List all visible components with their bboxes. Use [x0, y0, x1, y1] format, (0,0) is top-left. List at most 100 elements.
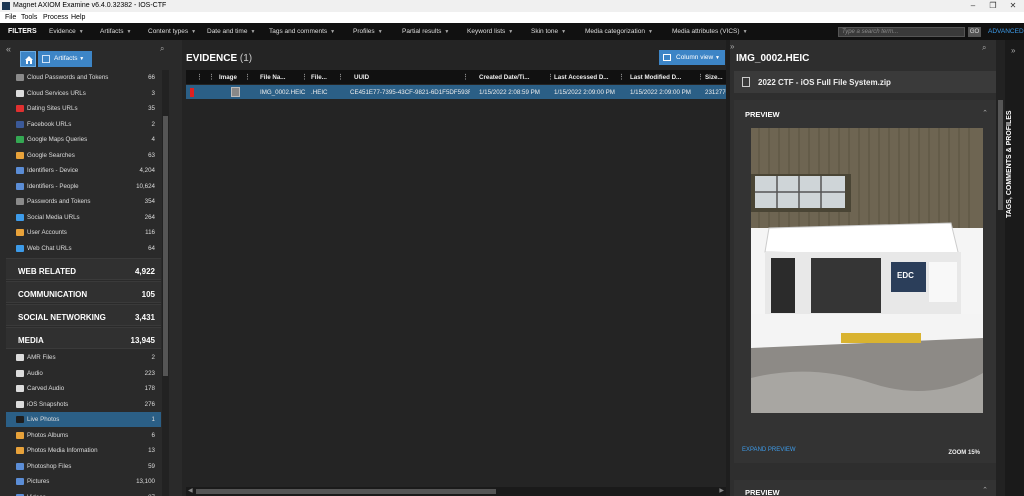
side-tab-label: TAGS, COMMENTS & PROFILES [1006, 110, 1013, 218]
list-item[interactable]: Social Media URLs 264 [6, 210, 161, 225]
column-header[interactable]: Created Date/Ti... [479, 74, 529, 81]
search-icon[interactable]: ⌕ [160, 44, 164, 54]
list-item[interactable]: User Accounts 116 [6, 225, 161, 240]
filter-content-types[interactable]: Content types ▼ [148, 28, 196, 35]
details-title: IMG_0002.HEIC [736, 53, 810, 64]
cell-uuid: CE451E77-7395-43CF-9821-6D1F5DF593F3 [350, 89, 470, 96]
list-item-label: Identifiers - People [27, 182, 79, 190]
collapse-left-icon[interactable]: « [6, 44, 11, 54]
list-item-count: 264 [144, 213, 155, 221]
go-button[interactable]: GO [968, 27, 981, 37]
close-icon[interactable]: ✕ [1003, 0, 1023, 12]
category-count: 4,922 [134, 267, 155, 276]
list-item-label: Google Maps Queries [27, 136, 88, 143]
chevron-down-icon: ▼ [377, 29, 383, 35]
horizontal-scrollbar[interactable]: ◀ ▶ [186, 487, 726, 496]
home-button[interactable] [20, 51, 36, 67]
list-item[interactable]: Photos Media Information 13 [6, 443, 161, 458]
menu-process[interactable]: Process [43, 14, 68, 21]
column-header[interactable]: File Na... [260, 74, 285, 81]
list-item-count: 1 [151, 416, 155, 423]
list-item[interactable]: Facebook URLs 2 [6, 117, 161, 132]
list-item[interactable]: AMR Files 2 [6, 350, 161, 365]
tags-comments-profiles-tab[interactable]: » TAGS, COMMENTS & PROFILES [1005, 40, 1024, 496]
filter-skin-tone[interactable]: Skin tone ▼ [531, 28, 566, 35]
filter-partial-results[interactable]: Partial results ▼ [402, 28, 449, 35]
category-header[interactable]: COMMUNICATION 105 [6, 281, 161, 303]
category-header[interactable]: WEB RELATED 4,922 [6, 258, 161, 280]
menu-help[interactable]: Help [71, 14, 85, 21]
list-item[interactable]: Photos Albums 6 [6, 428, 161, 443]
column-header[interactable]: Size... [705, 74, 723, 81]
list-item[interactable]: Audio 223 [6, 366, 161, 381]
list-item-count: 66 [148, 74, 155, 81]
list-item-count: 63 [148, 151, 155, 159]
filter-keyword-lists[interactable]: Keyword lists ▼ [467, 28, 513, 35]
list-item[interactable]: Google Searches 63 [6, 148, 161, 163]
column-view-button[interactable]: Column view ▼ [659, 50, 725, 65]
column-menu-icon[interactable]: ⋮ [196, 73, 203, 81]
cell-accessed: 1/15/2022 2:09:00 PM [554, 89, 615, 96]
list-item[interactable]: Cloud Services URLs 3 [6, 86, 161, 101]
list-item[interactable]: iOS Snapshots 276 [6, 397, 161, 412]
phone-icon [742, 77, 750, 87]
filter-profiles[interactable]: Profiles ▼ [353, 28, 383, 35]
list-item[interactable]: Cloud Passwords and Tokens 66 [6, 70, 161, 85]
column-header[interactable]: Last Accessed D... [554, 74, 608, 81]
list-item[interactable]: Identifiers - People 10,624 [6, 179, 161, 194]
collapse-section-icon[interactable]: ⌃ [982, 486, 988, 494]
table-row[interactable]: IMG_0002.HEIC .HEIC CE451E77-7395-43CF-9… [186, 85, 726, 99]
list-item[interactable]: Photoshop Files 59 [6, 459, 161, 474]
left-scrollbar[interactable] [162, 70, 169, 496]
heart-icon [16, 105, 24, 112]
category-header[interactable]: SOCIAL NETWORKING 3,431 [6, 304, 161, 326]
photos-icon [16, 447, 24, 454]
category-label: MEDIA [18, 336, 44, 345]
chevron-down-icon: ▼ [126, 29, 132, 35]
evidence-source: 2022 CTF - iOS Full File System.zip [734, 71, 996, 93]
column-header[interactable]: UUID [354, 74, 369, 81]
list-item[interactable]: Live Photos 1 [6, 412, 161, 427]
column-header[interactable]: File... [311, 74, 327, 81]
list-item[interactable]: Identifiers - Device 4,204 [6, 163, 161, 178]
list-item[interactable]: Dating Sites URLs 35 [6, 101, 161, 116]
category-header[interactable]: MEDIA 13,945 [6, 327, 161, 349]
filter-tags-comments[interactable]: Tags and comments ▼ [269, 28, 335, 35]
scrollbar-thumb [998, 100, 1003, 210]
preview-heading: PREVIEW [745, 110, 780, 119]
list-item-count: 35 [148, 105, 155, 112]
chevron-down-icon: ▼ [508, 29, 514, 35]
column-header[interactable]: Last Modified D... [630, 74, 681, 81]
list-icon [42, 55, 50, 63]
maximize-icon[interactable]: ❐ [983, 0, 1003, 12]
filter-artifacts[interactable]: Artifacts ▼ [100, 28, 131, 35]
home-icon [25, 56, 33, 64]
expand-preview-link[interactable]: EXPAND PREVIEW [742, 447, 796, 453]
column-header[interactable]: Image [219, 74, 237, 81]
right-scrollbar[interactable] [996, 40, 1005, 496]
column-menu-icon[interactable]: ⋮ [208, 73, 215, 81]
collapse-section-icon[interactable]: ⌃ [982, 109, 988, 117]
list-item[interactable]: Google Maps Queries 4 [6, 132, 161, 147]
list-item[interactable]: Web Chat URLs 64 [6, 241, 161, 256]
collapse-right-icon[interactable]: » [730, 42, 734, 51]
list-item[interactable]: Pictures 13,100 [6, 474, 161, 489]
menu-file[interactable]: File [5, 14, 16, 21]
list-item-label: Carved Audio [27, 385, 65, 392]
filter-media-attributes[interactable]: Media attributes (VICS) ▼ [672, 28, 748, 35]
artifacts-dropdown-button[interactable]: Artifacts ▼ [38, 51, 92, 67]
filter-evidence[interactable]: Evidence ▼ [49, 28, 84, 35]
search-icon[interactable]: ⌕ [982, 43, 986, 53]
minimize-icon[interactable]: – [963, 0, 983, 12]
map-pin-icon [16, 136, 24, 143]
advanced-link[interactable]: ADVANCED [988, 28, 1024, 35]
id-card-icon [16, 167, 24, 174]
filter-date-time[interactable]: Date and time ▼ [207, 28, 255, 35]
menu-tools[interactable]: Tools [21, 14, 37, 21]
list-item[interactable]: Videos87 [6, 490, 161, 496]
list-item-count: 10,624 [136, 182, 155, 190]
list-item[interactable]: Passwords and Tokens 354 [6, 194, 161, 209]
list-item[interactable]: Carved Audio 178 [6, 381, 161, 396]
search-input[interactable]: Type a search term... [838, 27, 965, 37]
filter-media-categorization[interactable]: Media categorization ▼ [585, 28, 653, 35]
